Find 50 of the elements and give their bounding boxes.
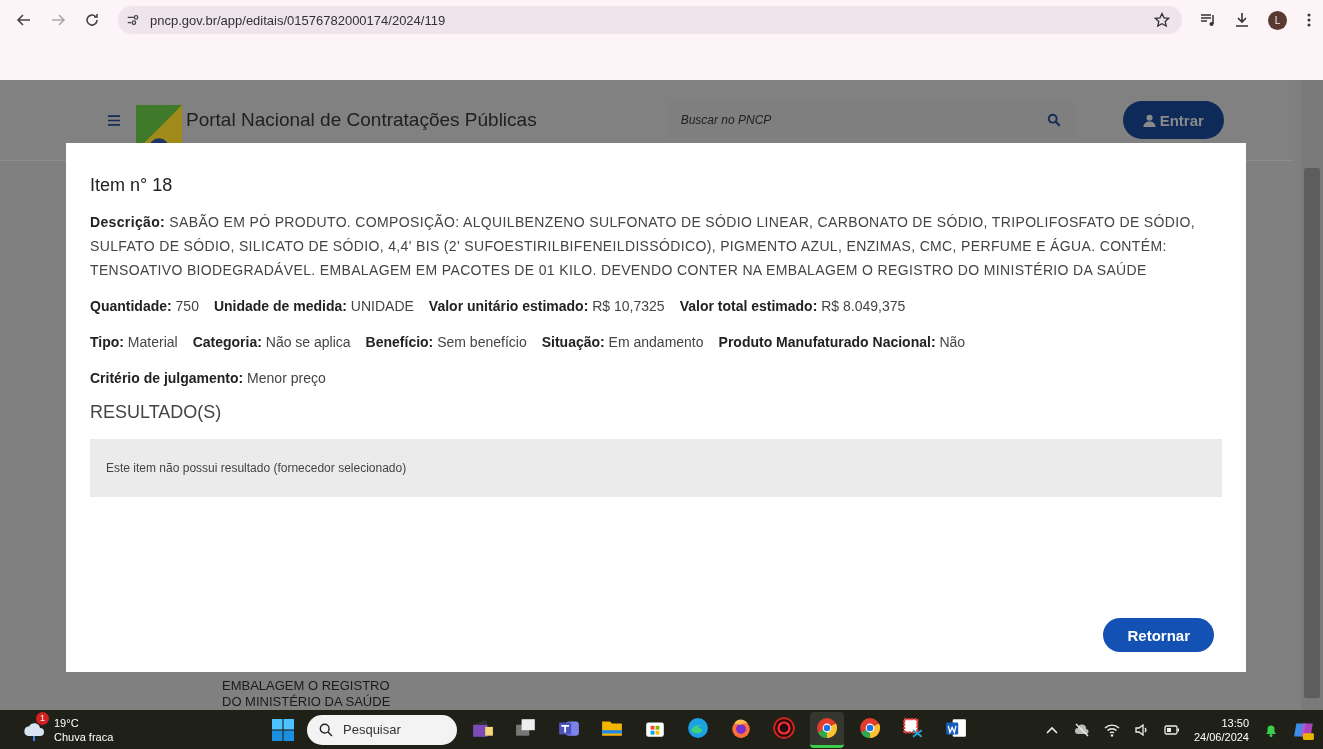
return-button[interactable]: Retornar	[1103, 618, 1214, 652]
site-settings-icon[interactable]	[126, 13, 140, 27]
profile-avatar[interactable]: L	[1268, 10, 1287, 30]
results-message: Este item não possui resultado (fornecedor selecionado)	[90, 439, 1222, 497]
item-field: Valor total estimado: R$ 8.049,375	[679, 294, 906, 318]
rain-cloud-icon[interactable]	[22, 721, 46, 742]
search-icon	[319, 722, 333, 737]
reload-icon[interactable]	[84, 12, 100, 28]
menu-icon[interactable]	[1307, 12, 1311, 28]
taskbar-search[interactable]: Pesquisar	[307, 714, 457, 745]
chrome-icon	[816, 717, 838, 739]
weather-condition: Chuva fraca	[54, 729, 114, 744]
download-icon[interactable]	[1234, 12, 1250, 28]
taskbar-app[interactable]	[810, 711, 844, 748]
shield-icon	[773, 717, 795, 739]
cloud-off-icon[interactable]	[1073, 721, 1090, 738]
page-text: EMBALAGEM O REGISTRO	[222, 678, 391, 694]
notification-badge: 1	[36, 711, 49, 725]
item-field: Tipo: Material	[90, 330, 178, 354]
item-field: Produto Manufaturado Nacional: Não	[718, 330, 966, 354]
search-icon[interactable]	[1046, 113, 1061, 127]
user-icon	[1142, 113, 1156, 127]
word-icon	[945, 717, 967, 739]
firefox-icon	[730, 717, 752, 739]
page-text: DO MINISTÉRIO DA SAÚDE	[222, 694, 392, 710]
star-icon[interactable]	[1154, 12, 1170, 28]
item-field: Critério de julgamento: Menor preço	[90, 366, 326, 390]
login-button[interactable]: Entrar	[1122, 101, 1224, 139]
address-bar[interactable]: pncp.gov.br/app/editais/01576782000174/2024/119	[118, 6, 1182, 34]
section-title: RESULTADO(S)	[90, 402, 223, 423]
item-field: Categoria: Não se aplica	[192, 330, 351, 354]
windows-start-icon[interactable]	[272, 718, 294, 741]
media-icon[interactable]	[1200, 12, 1216, 28]
item-field: Unidade de medida: UNIDADE	[213, 294, 414, 318]
search-field[interactable]: Buscar no PNCP	[680, 113, 1047, 127]
edge-icon	[687, 717, 709, 739]
item-field: Quantidade: 750	[90, 294, 199, 318]
chrome-icon	[859, 717, 881, 739]
item-field: Valor unitário estimado: R$ 10,7325	[428, 294, 665, 318]
item-field: Benefício: Sem benefício	[365, 330, 527, 354]
snipping-icon	[902, 717, 924, 739]
site-title: Portal Nacional de Contratações Públicas	[186, 109, 537, 131]
scrollbar[interactable]	[1301, 80, 1323, 710]
item-field: Situação: Em andamento	[541, 330, 704, 354]
temperature: 19°C	[54, 715, 80, 730]
clock[interactable]: 13:50 24/06/2024	[1193, 715, 1249, 744]
item-description: Descrição: SABÃO EM PÓ PRODUTO. COMPOSIÇÃO: ALQUILBENZENO SULFONATO DE SÓDIO LINEAR, CARBONATO DE SÓDIO, TRIPOLIFOSFATO DE SÓDIO, SULFATO DE SÓDIO, SILICATO DE SÓDIO, 4,4' BIS (2' SUFOESTIRILBIFENEILDISSÓDICO), PIGMENTO AZUL, ENZIMAS, CMC, PERFUME E ÁGUA. CONTÉM: TENSOATIVO BIODEGRADÁVEL. EMBALAGEM EM PACOTES DE 01 KILO. DEVENDO CONTER NA EMBALAGEM O REGISTRO DO MINISTÉRIO DA SAÚDE	[90, 213, 1196, 280]
back-icon[interactable]	[16, 12, 32, 28]
dialog-title: Item n° 18	[90, 175, 174, 196]
windows-icon	[515, 717, 537, 739]
